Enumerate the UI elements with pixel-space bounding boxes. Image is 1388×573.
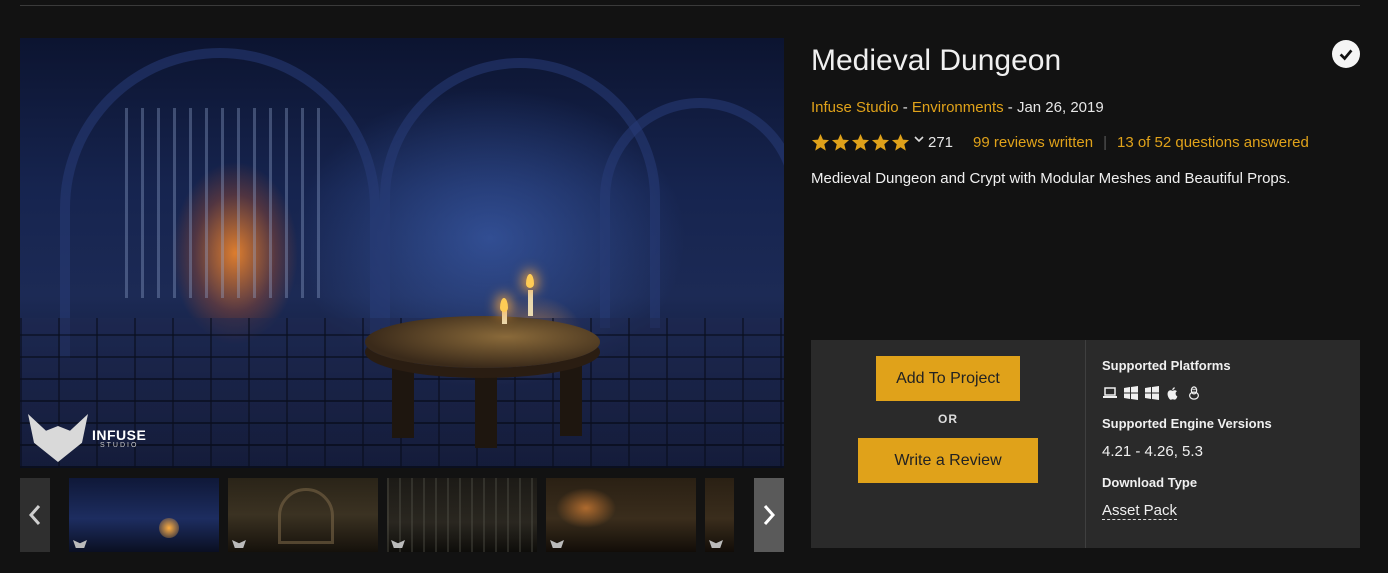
apple-icon: [1167, 387, 1178, 400]
ratings-row: 271 99 reviews written | 13 of 52 questi…: [811, 133, 1309, 152]
star-icon: [831, 133, 850, 151]
platforms-heading: Supported Platforms: [1102, 358, 1231, 373]
thumbnail-logo-icon: [550, 540, 564, 548]
add-to-project-button[interactable]: Add To Project: [876, 356, 1020, 401]
product-hero-image[interactable]: INFUSE STUDIO: [20, 38, 784, 468]
chevron-right-icon: [763, 505, 776, 525]
laptop-icon: [1103, 387, 1117, 398]
download-type-heading: Download Type: [1102, 475, 1198, 490]
engine-versions-heading: Supported Engine Versions: [1102, 416, 1272, 431]
download-type-link[interactable]: Asset Pack: [1102, 502, 1178, 520]
product-meta: Infuse Studio - Environments - Jan 26, 2…: [811, 99, 1104, 116]
hero-table-leg: [392, 358, 414, 438]
hero-table: [365, 316, 600, 368]
rating-stars[interactable]: [811, 133, 928, 152]
write-review-button[interactable]: Write a Review: [858, 438, 1038, 483]
hero-flame: [500, 298, 508, 312]
thumbnail-logo-icon: [391, 540, 405, 548]
hero-flame: [526, 274, 534, 288]
product-title: Medieval Dungeon: [811, 44, 1062, 77]
star-icon: [851, 133, 870, 151]
gallery-thumbnail[interactable]: [387, 478, 537, 552]
hero-arch: [600, 98, 784, 328]
hero-gate: [125, 108, 325, 298]
gallery-thumbnail[interactable]: [69, 478, 219, 552]
rating-count: 271: [928, 134, 954, 151]
release-date: - Jan 26, 2019: [1003, 99, 1104, 116]
engine-versions-value: 4.21 - 4.26, 5.3: [1102, 443, 1203, 460]
purchase-panel: Add To Project OR Write a Review Support…: [811, 340, 1360, 548]
gallery-next-button[interactable]: [754, 478, 784, 552]
questions-link[interactable]: 13 of 52 questions answered: [1117, 134, 1309, 151]
panel-divider: [1085, 340, 1086, 548]
thumbnail-logo-icon: [73, 540, 87, 548]
chevron-down-icon: [914, 136, 924, 143]
platform-icons: [1102, 386, 1202, 400]
hero-candle: [502, 310, 507, 324]
check-circle-icon: [1339, 49, 1353, 61]
chevron-left-icon: [28, 505, 41, 525]
windows-icon: [1145, 386, 1159, 400]
gallery-thumbnail[interactable]: [546, 478, 696, 552]
hero-table-leg: [560, 356, 582, 436]
logo-subtext: STUDIO: [99, 441, 139, 449]
logo-text: INFUSE: [92, 426, 147, 443]
star-icon: [811, 133, 830, 151]
thumbnail-logo-icon: [709, 540, 723, 548]
or-label: OR: [938, 412, 958, 426]
link-separator: |: [1103, 134, 1107, 151]
gallery-thumbnail[interactable]: [705, 478, 734, 552]
product-description: Medieval Dungeon and Crypt with Modular …: [811, 170, 1291, 187]
star-icon: [891, 133, 910, 151]
publisher-logo: INFUSE STUDIO: [28, 414, 146, 462]
reviews-link[interactable]: 99 reviews written: [973, 134, 1093, 151]
raccoon-logo-icon: [28, 414, 88, 462]
star-icon: [871, 133, 890, 151]
linux-icon: [1189, 386, 1199, 400]
category-link[interactable]: Environments: [912, 99, 1004, 116]
thumbnail-logo-icon: [232, 540, 246, 548]
hero-candle: [528, 290, 533, 316]
gallery-prev-button[interactable]: [20, 478, 50, 552]
windows-icon: [1124, 386, 1138, 400]
publisher-link[interactable]: Infuse Studio: [811, 99, 899, 116]
top-divider: [20, 5, 1360, 6]
gallery-thumbnail[interactable]: [228, 478, 378, 552]
owned-badge: [1332, 40, 1360, 68]
meta-separator: -: [898, 99, 912, 116]
hero-table-leg: [475, 368, 497, 448]
